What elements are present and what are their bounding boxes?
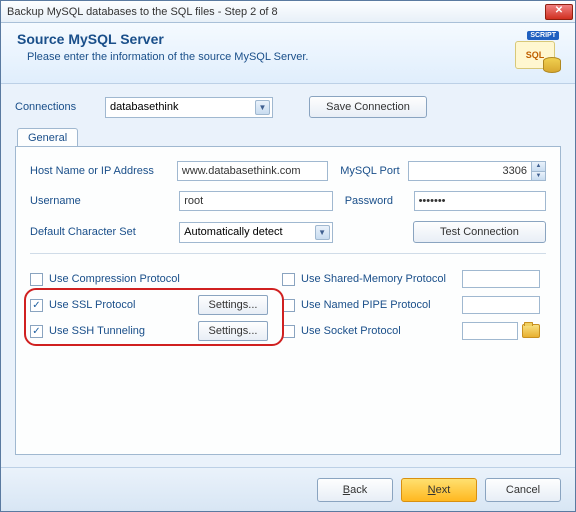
chevron-down-icon[interactable]: ▼ [315, 225, 330, 240]
compression-checkbox[interactable] [30, 273, 43, 286]
spinner-down-icon[interactable]: ▼ [532, 172, 545, 181]
password-label: Password [345, 195, 414, 207]
shared-memory-input[interactable] [462, 270, 540, 288]
connections-label: Connections [15, 101, 97, 113]
footer: Back Next Cancel [1, 467, 575, 511]
close-icon[interactable]: ✕ [545, 4, 573, 20]
host-label: Host Name or IP Address [30, 165, 177, 177]
tab-strip: General [15, 128, 561, 147]
spinner-up-icon[interactable]: ▲ [532, 162, 545, 172]
chevron-down-icon[interactable]: ▼ [255, 100, 270, 115]
ssl-label: Use SSL Protocol [49, 299, 135, 311]
named-pipe-label: Use Named PIPE Protocol [301, 299, 431, 311]
named-pipe-input[interactable] [462, 296, 540, 314]
ssh-settings-button[interactable]: Settings... [198, 321, 268, 341]
username-label: Username [30, 195, 179, 207]
header: Source MySQL Server Please enter the inf… [1, 23, 575, 84]
port-spinner: ▲ ▼ [532, 161, 546, 181]
test-connection-button[interactable]: Test Connection [413, 221, 546, 243]
save-connection-button[interactable]: Save Connection [309, 96, 427, 118]
username-input[interactable]: root [179, 191, 332, 211]
folder-icon[interactable] [522, 324, 540, 338]
database-icon [543, 57, 561, 73]
named-pipe-checkbox[interactable] [282, 299, 295, 312]
window-title: Backup MySQL databases to the SQL files … [7, 6, 545, 18]
divider [30, 253, 546, 254]
ssl-settings-button[interactable]: Settings... [198, 295, 268, 315]
body: Connections databasethink ▼ Save Connect… [1, 84, 575, 467]
sql-script-icon: SCRIPT SQL [511, 31, 559, 71]
wizard-window: Backup MySQL databases to the SQL files … [0, 0, 576, 512]
cancel-button[interactable]: Cancel [485, 478, 561, 502]
shared-memory-checkbox[interactable] [282, 273, 295, 286]
ssh-checkbox[interactable]: ✓ [30, 325, 43, 338]
page-subtitle: Please enter the information of the sour… [17, 51, 511, 63]
next-button[interactable]: Next [401, 478, 477, 502]
host-input[interactable]: www.databasethink.com [177, 161, 328, 181]
general-panel: Host Name or IP Address www.databasethin… [15, 146, 561, 455]
port-label: MySQL Port [340, 165, 408, 177]
shared-memory-label: Use Shared-Memory Protocol [301, 273, 446, 285]
ssh-label: Use SSH Tunneling [49, 325, 145, 337]
ssl-checkbox[interactable]: ✓ [30, 299, 43, 312]
socket-checkbox[interactable] [282, 325, 295, 338]
page-title: Source MySQL Server [17, 31, 511, 47]
protocol-options: Use Compression Protocol ✓ Use SSL Proto… [30, 266, 546, 344]
port-input[interactable]: 3306 [408, 161, 532, 181]
tab-general[interactable]: General [17, 128, 78, 147]
socket-input[interactable] [462, 322, 518, 340]
connections-dropdown[interactable]: databasethink ▼ [105, 97, 273, 118]
titlebar: Backup MySQL databases to the SQL files … [1, 1, 575, 23]
socket-label: Use Socket Protocol [301, 325, 401, 337]
back-button[interactable]: Back [317, 478, 393, 502]
connections-row: Connections databasethink ▼ Save Connect… [15, 96, 561, 118]
compression-label: Use Compression Protocol [49, 273, 180, 285]
charset-label: Default Character Set [30, 226, 179, 238]
password-input[interactable]: ••••••• [414, 191, 546, 211]
charset-dropdown[interactable]: Automatically detect ▼ [179, 222, 332, 243]
